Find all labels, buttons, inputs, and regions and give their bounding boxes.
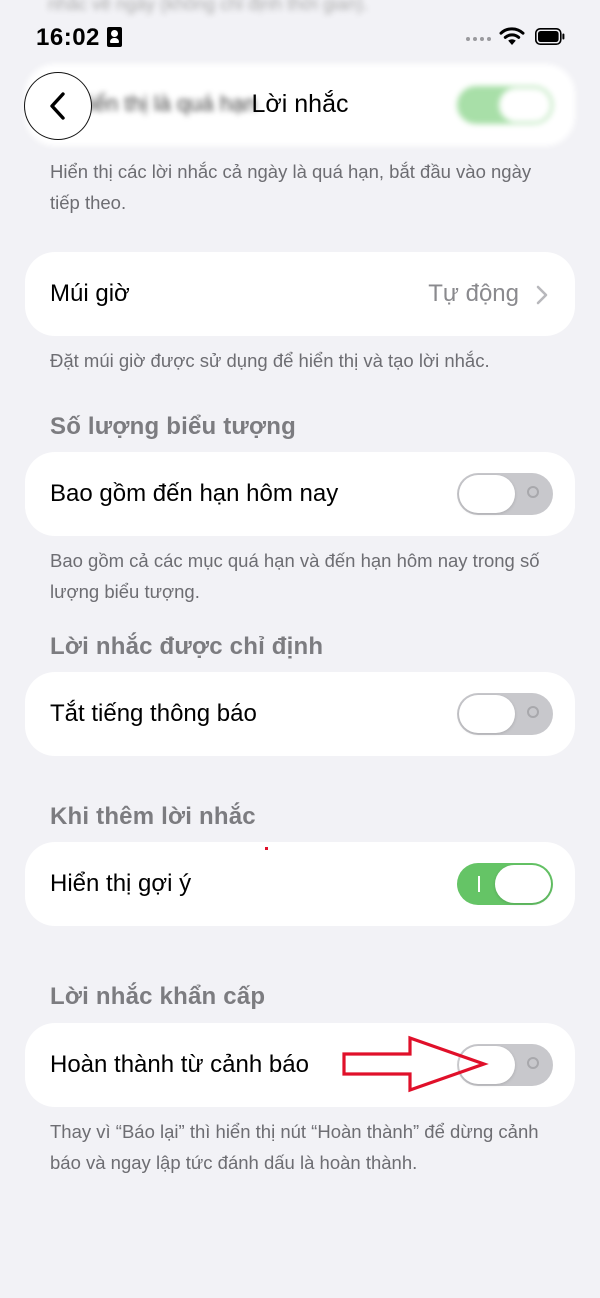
chevron-left-icon: [50, 92, 65, 120]
status-time: 16:02: [36, 24, 100, 51]
toggle-off-glyph-icon: [527, 486, 539, 498]
annotation-dot: [265, 847, 268, 850]
status-bar: 16:02: [0, 0, 600, 75]
toggle-thumb: [459, 695, 515, 733]
toggle-thumb: [495, 865, 551, 903]
mute-notifications-row: Tắt tiếng thông báo: [25, 672, 575, 756]
battery-icon: [535, 28, 565, 45]
overdue-footnote: Hiển thị các lời nhắc cả ngày là quá hạn…: [50, 161, 532, 213]
scrolled-row-label: Hiển thị là quá hạn: [73, 91, 257, 116]
timezone-row[interactable]: Múi giờ Tự động: [25, 252, 575, 336]
cellular-signal-icon: [466, 37, 492, 43]
section-header-assigned: Lời nhắc được chỉ định: [50, 633, 324, 660]
show-suggestions-label: Hiển thị gợi ý: [50, 870, 192, 897]
section-header-urgent: Lời nhắc khẩn cấp: [50, 983, 266, 1010]
include-due-today-label: Bao gồm đến hạn hôm nay: [50, 480, 339, 507]
scrolled-overdue-row: Hiển thị là quá hạn: [25, 64, 575, 146]
chevron-right-icon: [536, 285, 548, 305]
toggle-on-glyph-icon: [478, 876, 480, 892]
timezone-value: Tự động: [428, 280, 519, 307]
badge-count-footnote: Bao gồm cả các mục quá hạn và đến hạn hô…: [50, 550, 540, 602]
urgent-footnote: Thay vì “Báo lại” thì hiển thị nút “Hoàn…: [50, 1121, 539, 1173]
toggle-thumb: [459, 475, 515, 513]
person-badge-icon: [107, 27, 122, 47]
include-due-today-toggle[interactable]: [457, 473, 553, 515]
timezone-footnote: Đặt múi giờ được sử dụng để hiển thị và …: [50, 350, 490, 371]
red-arrow-annotation-icon: [342, 1035, 489, 1093]
include-due-today-row: Bao gồm đến hạn hôm nay: [25, 452, 575, 536]
toggle-off-glyph-icon: [527, 1057, 539, 1069]
toggle-off-glyph-icon: [527, 706, 539, 718]
back-button[interactable]: [25, 73, 91, 139]
show-suggestions-row: Hiển thị gợi ý: [25, 842, 575, 926]
show-suggestions-toggle[interactable]: [457, 863, 553, 905]
section-header-badge-count: Số lượng biểu tượng: [50, 413, 296, 440]
scrolled-toggle: [457, 86, 553, 124]
mute-notifications-label: Tắt tiếng thông báo: [50, 700, 257, 727]
complete-from-alert-row: Hoàn thành từ cảnh báo: [25, 1023, 575, 1107]
section-header-when-adding: Khi thêm lời nhắc: [50, 803, 256, 830]
wifi-icon: [499, 27, 525, 45]
mute-notifications-toggle[interactable]: [457, 693, 553, 735]
timezone-label: Múi giờ: [50, 280, 130, 307]
complete-from-alert-label: Hoàn thành từ cảnh báo: [50, 1051, 309, 1078]
